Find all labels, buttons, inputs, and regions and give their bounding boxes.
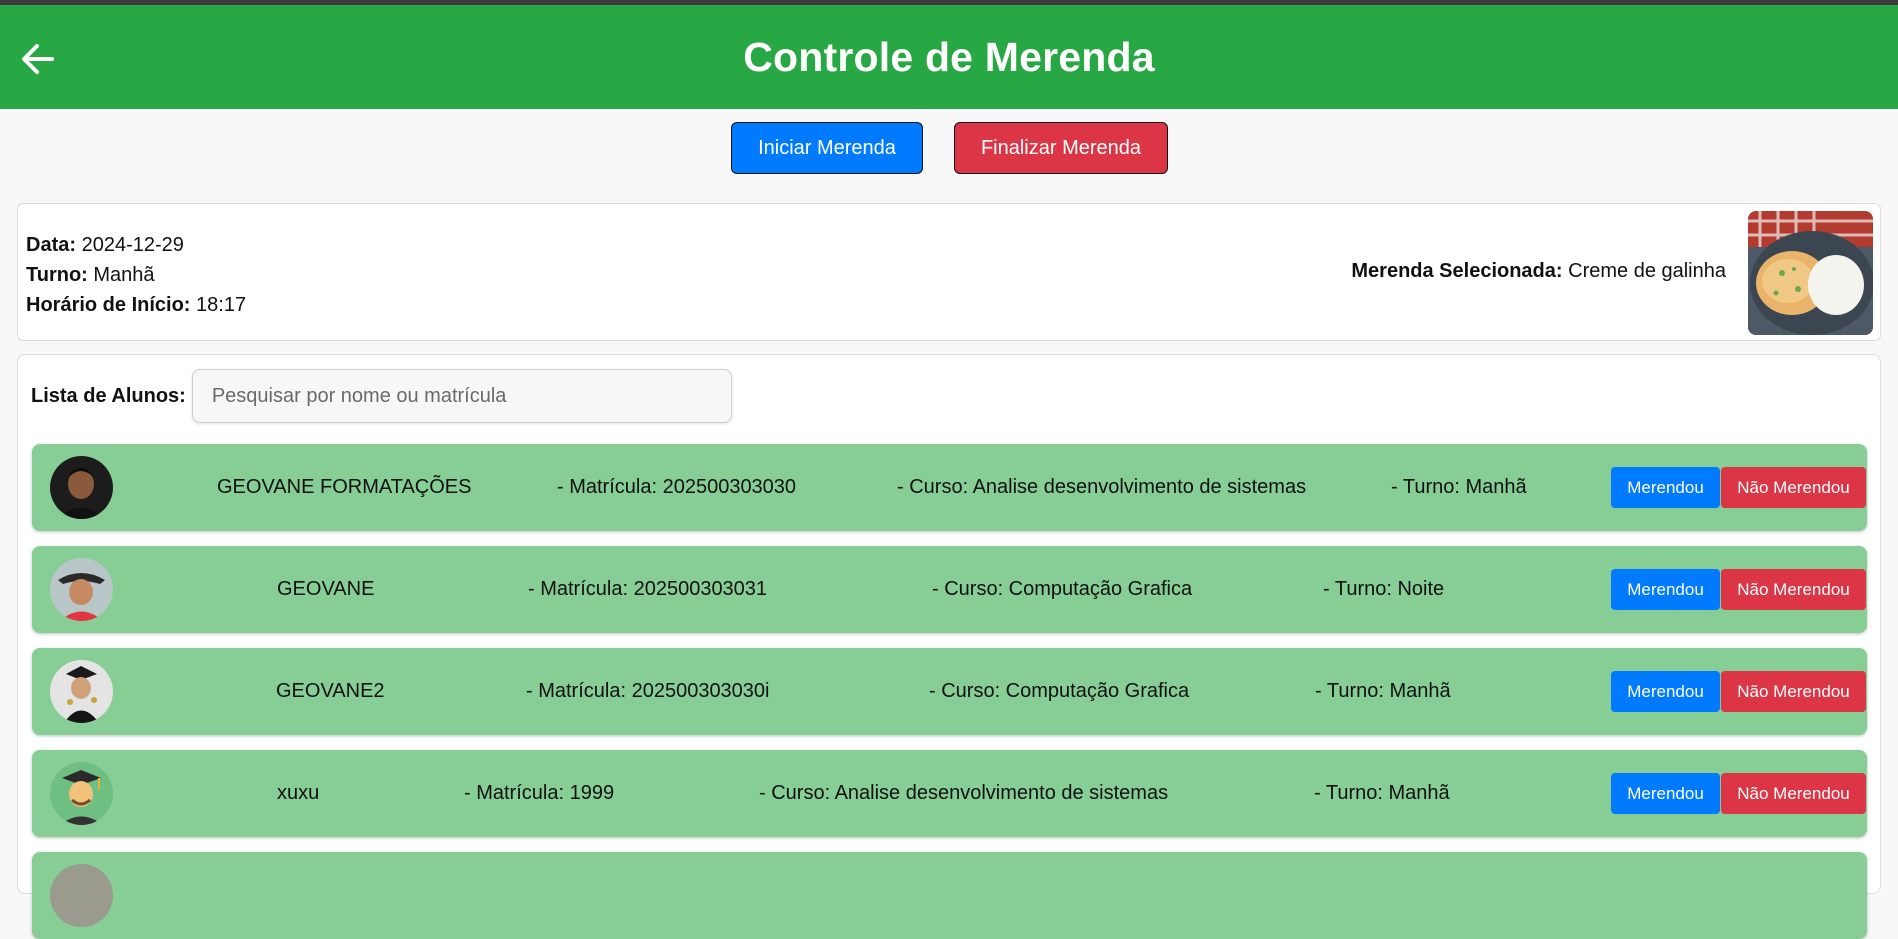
student-avatar [50,456,113,519]
student-row: GEOVANE2 - Matrícula: 202500303030i - Cu… [32,648,1867,735]
date-line: Data: 2024-12-29 [26,230,246,260]
student-shift: - Turno: Noite [1323,578,1445,600]
selected-meal: Merenda Selecionada: Creme de galinha [1351,260,1726,283]
student-name: GEOVANE2 [276,680,385,702]
student-row: GEOVANE FORMATAÇÕES - Matrícula: 2025003… [32,444,1867,531]
student-avatar [50,864,113,927]
student-matricula: - Matrícula: 202500303031 [528,578,768,600]
student-shift: - Turno: Manhã [1314,782,1450,804]
nao-merendou-button[interactable]: Não Merendou [1721,569,1866,610]
student-course: - Curso: Analise desenvolvimento de sist… [897,476,1307,498]
date-label: Data: [26,234,77,256]
student-course: - Curso: Computação Grafica [932,578,1193,600]
student-list-panel: Lista de Alunos: GEOVANE FORMATAÇÕES - M… [17,354,1881,939]
student-name: GEOVANE [277,578,375,600]
merendou-button[interactable]: Merendou [1611,467,1720,508]
student-list-label: Lista de Alunos: [31,384,186,407]
start-time-value: 18:17 [196,294,247,316]
student-matricula: - Matrícula: 1999 [464,782,615,804]
merendou-button[interactable]: Merendou [1611,569,1720,610]
student-row: GEOVANE - Matrícula: 202500303031 - Curs… [32,546,1867,633]
nao-merendou-button[interactable]: Não Merendou [1721,773,1866,814]
student-avatar [50,660,113,723]
selected-meal-value: Creme de galinha [1568,260,1726,282]
shift-label: Turno: [26,264,88,286]
merenda-actions: Iniciar Merenda Finalizar Merenda [0,122,1898,174]
date-value: 2024-12-29 [81,234,184,256]
student-course: - Curso: Analise desenvolvimento de sist… [759,782,1169,804]
back-arrow-icon[interactable] [18,39,58,79]
meal-photo [1748,211,1873,335]
nao-merendou-button[interactable]: Não Merendou [1721,467,1866,508]
merendou-button[interactable]: Merendou [1611,773,1720,814]
session-details: Data: 2024-12-29 Turno: Manhã Horário de… [26,230,246,320]
shift-value: Manhã [93,264,155,286]
start-time-label: Horário de Início: [26,294,191,316]
student-avatar [50,762,113,825]
merendou-button[interactable]: Merendou [1611,671,1720,712]
page-title: Controle de Merenda [743,33,1155,80]
nao-merendou-button[interactable]: Não Merendou [1721,671,1866,712]
session-info-panel: Data: 2024-12-29 Turno: Manhã Horário de… [17,203,1881,341]
start-time-line: Horário de Início: 18:17 [26,290,246,320]
shift-line: Turno: Manhã [26,260,246,290]
student-course: - Curso: Computação Grafica [929,680,1190,702]
student-search-input[interactable] [191,369,732,423]
student-matricula: - Matrícula: 202500303030i [526,680,770,702]
student-row: xuxu - Matrícula: 1999 - Curso: Analise … [32,750,1867,837]
student-name: xuxu [277,782,320,804]
selected-meal-label: Merenda Selecionada: [1351,260,1563,282]
page-header: Controle de Merenda [0,5,1898,109]
student-shift: - Turno: Manhã [1315,680,1451,702]
student-matricula: - Matrícula: 202500303030 [557,476,797,498]
start-merenda-button[interactable]: Iniciar Merenda [731,122,923,174]
student-name: GEOVANE FORMATAÇÕES [217,476,472,498]
student-list-header: Lista de Alunos: [31,369,732,423]
student-shift: - Turno: Manhã [1391,476,1527,498]
student-row [32,852,1867,939]
finish-merenda-button[interactable]: Finalizar Merenda [954,122,1168,174]
student-avatar [50,558,113,621]
